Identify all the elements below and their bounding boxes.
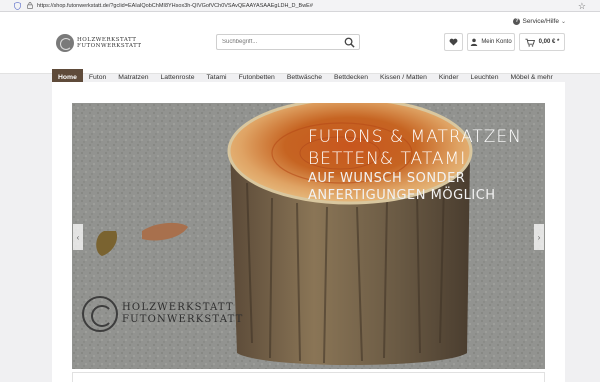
hero-line-1: FUTONS & MATRATZEN (308, 127, 522, 147)
account-button[interactable]: Mein Konto (467, 33, 515, 51)
hero-line-3: AUF WUNSCH SONDER (308, 171, 466, 186)
hero-logo-line-2: FUTONWERKSTATT (122, 314, 244, 325)
url-text[interactable]: https://shop.futonwerkstatt.de/?gclid=EA… (37, 3, 313, 9)
wishlist-button[interactable] (444, 33, 463, 51)
chevron-right-icon: › (537, 232, 541, 242)
hero-line-4: ANFERTIGUNGEN MÖGLICH (308, 188, 496, 203)
slider-next-button[interactable]: › (534, 224, 544, 250)
logo-spiral-icon (56, 34, 74, 52)
content-below-slider (72, 372, 545, 382)
user-icon (471, 38, 478, 46)
logo-line-2: FUTONWERKSTATT (77, 43, 142, 49)
service-help-menu[interactable]: ? Service/Hilfe ⌄ (513, 18, 566, 25)
cart-total: 0,00 € * (538, 39, 560, 45)
logo-spiral-icon (82, 296, 118, 332)
account-label: Mein Konto (481, 39, 512, 45)
slider-prev-button[interactable]: ‹ (73, 224, 83, 250)
chevron-down-icon: ⌄ (560, 19, 566, 25)
shield-icon (14, 1, 21, 10)
chevron-left-icon: ‹ (76, 232, 80, 242)
site-header: ? Service/Hilfe ⌄ HOLZWERKSTATT FUTONWER… (0, 12, 600, 86)
bookmark-star-icon[interactable]: ☆ (578, 1, 586, 12)
hero-logo-line-1: HOLZWERKSTATT (122, 302, 234, 313)
cart-button[interactable]: 0,00 € * (519, 33, 565, 51)
service-label: Service/Hilfe (522, 18, 559, 25)
hero-headline: FUTONS & MATRATZEN BETTEN& TATAMI AUF WU… (308, 126, 522, 204)
heart-icon (449, 38, 458, 46)
hero-logo: HOLZWERKSTATT FUTONWERKSTATT (82, 296, 244, 332)
hero-line-2: BETTEN& TATAMI (308, 149, 467, 169)
cart-icon (525, 38, 535, 47)
browser-address-bar[interactable]: https://shop.futonwerkstatt.de/?gclid=EA… (0, 0, 600, 12)
search-input[interactable] (217, 39, 342, 45)
search-box (216, 34, 360, 50)
search-icon[interactable] (344, 37, 355, 48)
lock-icon (27, 2, 33, 9)
help-icon: ? (513, 18, 521, 25)
site-logo[interactable]: HOLZWERKSTATT FUTONWERKSTATT (56, 34, 142, 52)
